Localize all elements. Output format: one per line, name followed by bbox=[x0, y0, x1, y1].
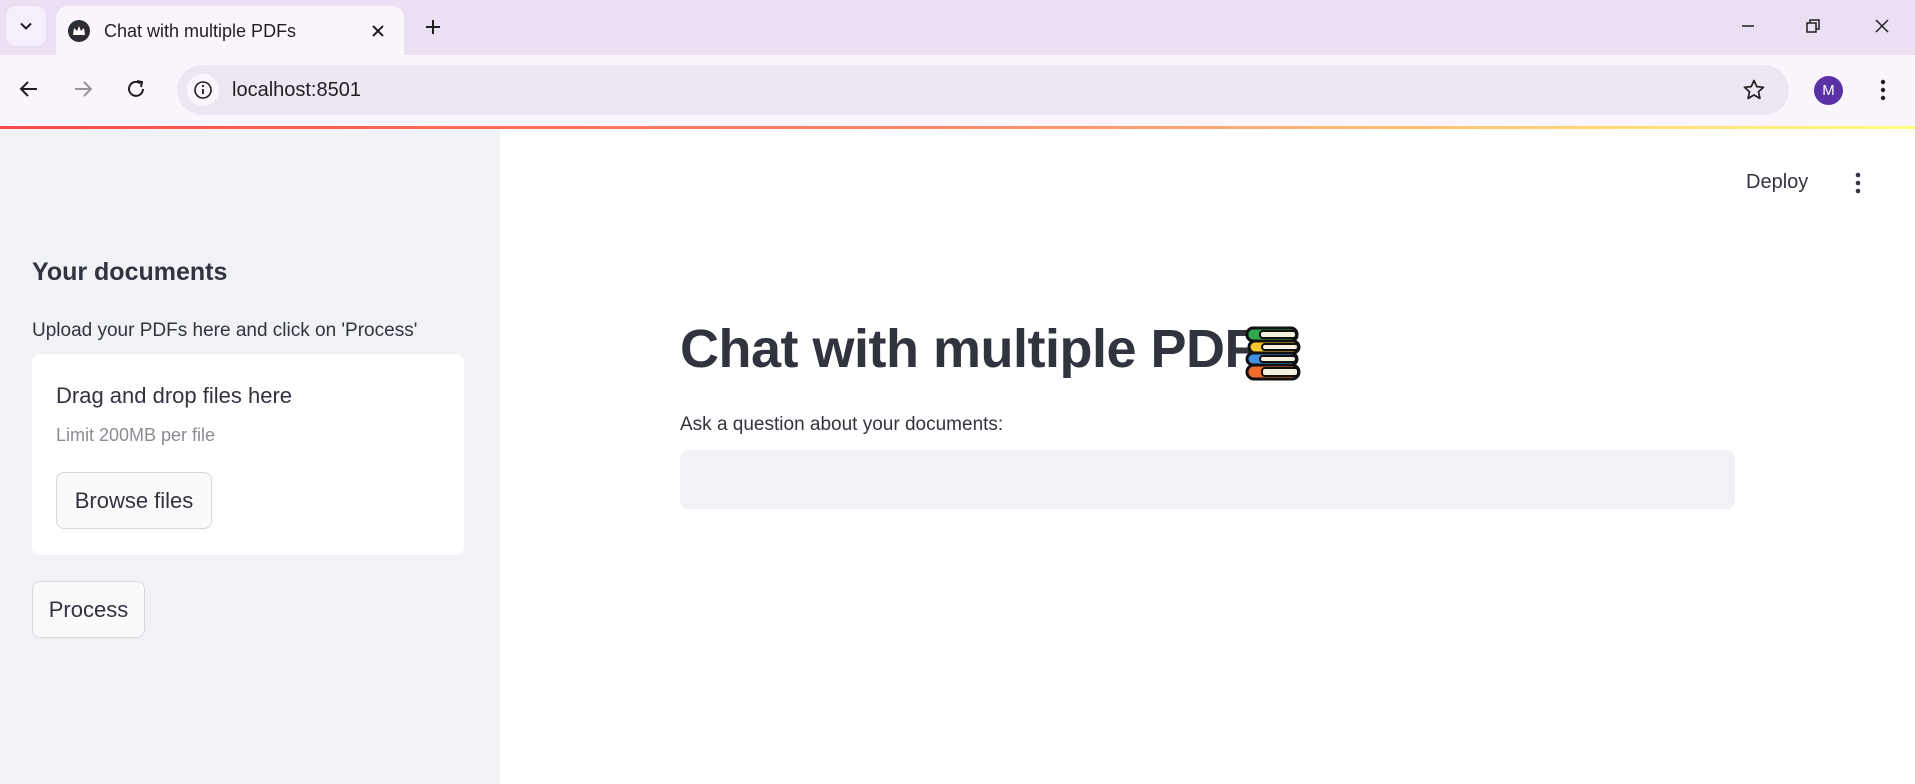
browser-menu-button[interactable] bbox=[1868, 73, 1898, 107]
dropzone-title: Drag and drop files here bbox=[56, 383, 293, 408]
profile-avatar[interactable]: M bbox=[1814, 76, 1843, 105]
sidebar: Your documents Upload your PDFs here and… bbox=[0, 129, 500, 784]
close-icon bbox=[1875, 19, 1889, 33]
back-button[interactable] bbox=[11, 71, 47, 107]
forward-button[interactable] bbox=[65, 71, 101, 107]
restore-icon bbox=[1806, 19, 1820, 33]
question-input[interactable] bbox=[680, 450, 1735, 509]
dropzone-limit: Limit 200MB per file bbox=[56, 425, 216, 445]
more-vertical-icon bbox=[1855, 172, 1861, 194]
bookmark-button[interactable] bbox=[1741, 77, 1767, 103]
site-info-button[interactable] bbox=[187, 74, 219, 106]
minimize-icon bbox=[1742, 25, 1754, 27]
browser-tab-bar: Chat with multiple PDFs bbox=[0, 0, 1915, 55]
new-tab-button[interactable] bbox=[418, 12, 448, 42]
arrow-right-icon bbox=[75, 81, 93, 97]
info-icon bbox=[194, 81, 212, 99]
books-icon bbox=[1245, 326, 1301, 381]
browser-tab-active[interactable]: Chat with multiple PDFs bbox=[56, 6, 404, 55]
tab-search-button[interactable] bbox=[6, 6, 46, 46]
more-vertical-icon bbox=[1880, 79, 1886, 101]
sidebar-caption: Upload your PDFs here and click on 'Proc… bbox=[32, 320, 418, 341]
close-icon bbox=[372, 25, 384, 37]
star-icon bbox=[1743, 79, 1765, 100]
arrow-left-icon bbox=[19, 81, 37, 97]
deploy-button[interactable]: Deploy bbox=[1740, 167, 1814, 198]
streamlit-favicon-icon bbox=[68, 20, 90, 42]
address-bar[interactable]: localhost:8501 bbox=[177, 65, 1789, 115]
chevron-down-icon bbox=[20, 22, 32, 30]
reload-button[interactable] bbox=[118, 71, 154, 107]
restore-button[interactable] bbox=[1788, 8, 1838, 44]
app-menu-button[interactable] bbox=[1845, 166, 1871, 200]
reload-icon bbox=[128, 80, 144, 97]
plus-icon bbox=[426, 20, 440, 34]
tab-close-button[interactable] bbox=[366, 19, 390, 43]
page-title: Chat with multiple PDFs bbox=[680, 319, 1287, 379]
process-button[interactable]: Process bbox=[32, 581, 145, 638]
browse-files-button[interactable]: Browse files bbox=[56, 472, 212, 529]
tab-title: Chat with multiple PDFs bbox=[104, 21, 297, 41]
file-uploader-dropzone[interactable]: Drag and drop files here Limit 200MB per… bbox=[32, 354, 464, 555]
url-text[interactable]: localhost:8501 bbox=[232, 79, 361, 102]
minimize-button[interactable] bbox=[1723, 8, 1773, 44]
window-close-button[interactable] bbox=[1857, 8, 1907, 44]
browser-toolbar: localhost:8501 M bbox=[0, 55, 1915, 126]
question-label: Ask a question about your documents: bbox=[680, 414, 1004, 435]
sidebar-heading: Your documents bbox=[32, 258, 228, 286]
